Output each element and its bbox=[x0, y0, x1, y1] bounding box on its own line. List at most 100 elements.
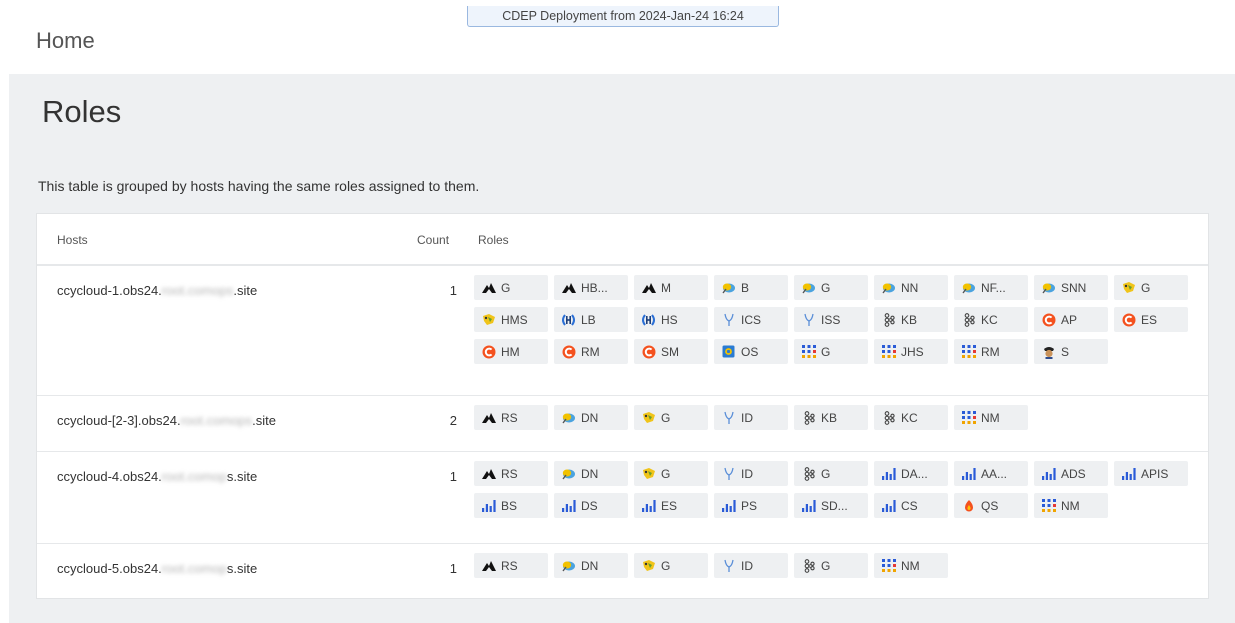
role-chip[interactable]: G bbox=[794, 553, 868, 578]
role-chip[interactable]: M bbox=[634, 275, 708, 300]
kafka-icon bbox=[801, 466, 816, 481]
role-chip[interactable]: SD... bbox=[794, 493, 868, 518]
impala-icon bbox=[721, 410, 736, 425]
role-chip[interactable]: NM bbox=[874, 553, 948, 578]
hdfs-icon bbox=[561, 466, 576, 481]
roles-panel: Roles This table is grouped by hosts hav… bbox=[9, 74, 1235, 623]
bars-icon bbox=[561, 498, 576, 513]
role-chip[interactable]: LB bbox=[554, 307, 628, 332]
role-chip[interactable]: G bbox=[474, 275, 548, 300]
kafka-icon bbox=[801, 558, 816, 573]
role-chip-label: ID bbox=[741, 466, 753, 481]
role-chip-label: G bbox=[661, 410, 671, 425]
role-chip[interactable]: NF... bbox=[954, 275, 1028, 300]
role-chip-label: KB bbox=[901, 312, 918, 327]
host-name[interactable]: ccycloud-4.obs24.root.comops.site bbox=[57, 469, 257, 484]
role-chip[interactable]: HMS bbox=[474, 307, 548, 332]
role-chip[interactable]: ADS bbox=[1034, 461, 1108, 486]
role-chip-label: KB bbox=[821, 410, 838, 425]
role-chip[interactable]: B bbox=[714, 275, 788, 300]
role-chip[interactable]: KB bbox=[874, 307, 948, 332]
role-chip[interactable]: KB bbox=[794, 405, 868, 430]
oozie-icon bbox=[721, 344, 736, 359]
role-chip-label: JHS bbox=[901, 344, 924, 359]
role-chip[interactable]: NM bbox=[1034, 493, 1108, 518]
role-chip-label: S bbox=[1061, 344, 1070, 359]
host-name[interactable]: ccycloud-[2-3].obs24.root.comops.site bbox=[57, 413, 276, 428]
bars-icon bbox=[1121, 466, 1136, 481]
role-chip[interactable]: RS bbox=[474, 553, 548, 578]
role-chip[interactable]: HS bbox=[634, 307, 708, 332]
role-chip[interactable]: QS bbox=[954, 493, 1028, 518]
role-chip[interactable]: RS bbox=[474, 405, 548, 430]
role-chip[interactable]: AA... bbox=[954, 461, 1028, 486]
role-chip[interactable]: APIS bbox=[1114, 461, 1188, 486]
role-chip[interactable]: ES bbox=[1114, 307, 1188, 332]
role-chip-label: RM bbox=[981, 344, 1000, 359]
role-chip[interactable]: G bbox=[794, 339, 868, 364]
column-header-roles[interactable]: Roles bbox=[478, 233, 509, 247]
role-chip[interactable]: AP bbox=[1034, 307, 1108, 332]
table-row: ccycloud-[2-3].obs24.root.comops.site 2 … bbox=[37, 396, 1208, 452]
role-chip-label: RS bbox=[501, 466, 518, 481]
role-chip[interactable]: S bbox=[1034, 339, 1108, 364]
role-chip[interactable]: DN bbox=[554, 405, 628, 430]
role-chip[interactable]: DS bbox=[554, 493, 628, 518]
role-chip-label: CS bbox=[901, 498, 918, 513]
role-chip[interactable]: G bbox=[1114, 275, 1188, 300]
role-chip[interactable]: HM bbox=[474, 339, 548, 364]
role-chip[interactable]: RM bbox=[554, 339, 628, 364]
role-chip[interactable]: DN bbox=[554, 553, 628, 578]
role-chip[interactable]: RM bbox=[954, 339, 1028, 364]
role-chip[interactable]: OS bbox=[714, 339, 788, 364]
role-chip[interactable]: NM bbox=[954, 405, 1028, 430]
role-chip-label: APIS bbox=[1141, 466, 1169, 481]
role-chip[interactable]: SM bbox=[634, 339, 708, 364]
host-count: 2 bbox=[449, 413, 457, 428]
hbase-icon bbox=[481, 466, 496, 481]
cloudera-icon bbox=[481, 344, 496, 359]
role-chip[interactable]: ID bbox=[714, 461, 788, 486]
hbase-icon bbox=[481, 558, 496, 573]
hive-icon bbox=[641, 466, 656, 481]
role-chip[interactable]: KC bbox=[954, 307, 1028, 332]
role-chip[interactable]: SNN bbox=[1034, 275, 1108, 300]
role-chip-label: ISS bbox=[821, 312, 841, 327]
role-chip[interactable]: G bbox=[634, 461, 708, 486]
role-chip[interactable]: PS bbox=[714, 493, 788, 518]
deployment-banner: CDEP Deployment from 2024-Jan-24 16:24 bbox=[467, 6, 779, 27]
yarn-icon bbox=[881, 558, 896, 573]
role-chip[interactable]: ES bbox=[634, 493, 708, 518]
role-chip[interactable]: NN bbox=[874, 275, 948, 300]
role-chip[interactable]: ID bbox=[714, 553, 788, 578]
role-chip[interactable]: G bbox=[634, 553, 708, 578]
role-chip[interactable]: ID bbox=[714, 405, 788, 430]
column-header-hosts[interactable]: Hosts bbox=[57, 233, 88, 247]
redacted-domain: root.comop bbox=[161, 561, 227, 576]
role-chip-label: KC bbox=[981, 312, 998, 327]
role-chip-label: DN bbox=[581, 410, 599, 425]
role-chip[interactable]: RS bbox=[474, 461, 548, 486]
impala-icon bbox=[721, 312, 736, 327]
role-chip[interactable]: ISS bbox=[794, 307, 868, 332]
table-row: ccycloud-5.obs24.root.comops.site 1 RS DN… bbox=[37, 544, 1208, 598]
role-chip[interactable]: HB... bbox=[554, 275, 628, 300]
role-chip[interactable]: DN bbox=[554, 461, 628, 486]
role-chip[interactable]: CS bbox=[874, 493, 948, 518]
host-name[interactable]: ccycloud-5.obs24.root.comops.site bbox=[57, 561, 257, 576]
role-chip[interactable]: G bbox=[634, 405, 708, 430]
page-title: Roles bbox=[42, 94, 122, 129]
redacted-domain: root.comops bbox=[161, 283, 234, 298]
role-chip-label: HS bbox=[661, 312, 678, 327]
host-name[interactable]: ccycloud-1.obs24.root.comops.site bbox=[57, 283, 257, 298]
role-chip[interactable]: G bbox=[794, 461, 868, 486]
role-chip[interactable]: DA... bbox=[874, 461, 948, 486]
role-chip[interactable]: JHS bbox=[874, 339, 948, 364]
role-chip[interactable]: BS bbox=[474, 493, 548, 518]
column-header-count[interactable]: Count bbox=[417, 233, 449, 247]
role-chip[interactable]: KC bbox=[874, 405, 948, 430]
role-chip-label: LB bbox=[581, 312, 596, 327]
role-chip[interactable]: G bbox=[794, 275, 868, 300]
role-chip[interactable]: ICS bbox=[714, 307, 788, 332]
role-chip-label: M bbox=[661, 280, 671, 295]
